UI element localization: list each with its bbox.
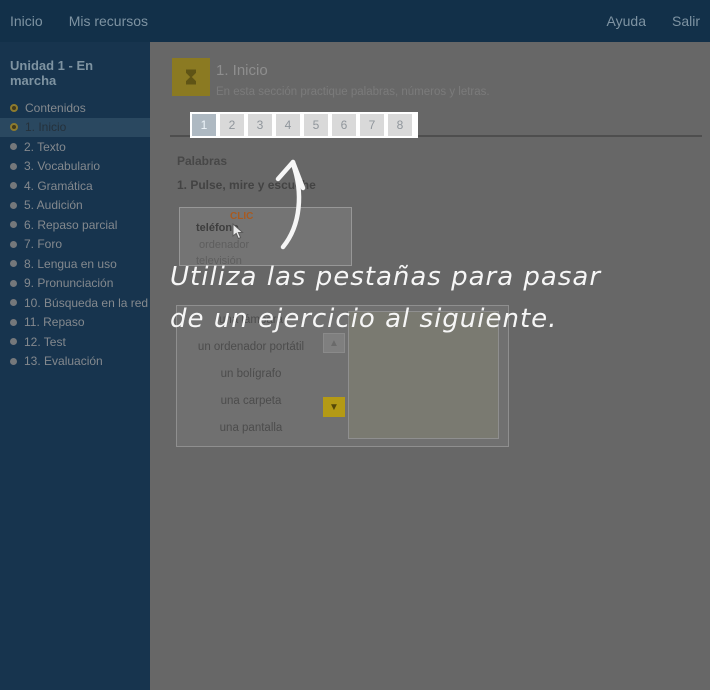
- sidebar-item-9-pronunciación[interactable]: 9. Pronunciación: [0, 274, 150, 294]
- clic-label: CLIC: [230, 211, 253, 222]
- status-dot-icon: [10, 280, 17, 287]
- tab-4[interactable]: 4: [276, 114, 300, 136]
- nav-mis-recursos[interactable]: Mis recursos: [69, 13, 148, 29]
- app-window: Inicio Mis recursos Ayuda Salir Unidad 1 -…: [0, 0, 710, 690]
- sidebar-item-label: Contenidos: [25, 101, 86, 115]
- status-dot-icon: [10, 260, 17, 267]
- nav-ayuda[interactable]: Ayuda: [607, 13, 646, 29]
- page-title: 1. Inicio: [216, 62, 268, 79]
- sidebar-item-label: 3. Vocabulario: [24, 159, 100, 173]
- status-dot-icon: [10, 221, 17, 228]
- tab-6[interactable]: 6: [332, 114, 356, 136]
- sidebar-item-12-test[interactable]: 12. Test: [0, 332, 150, 352]
- status-dot-icon: [10, 163, 17, 170]
- sidebar-item-8-lengua-en-uso[interactable]: 8. Lengua en uso: [0, 254, 150, 274]
- page-description: En esta sección practique palabras, núme…: [216, 86, 490, 98]
- tutorial-spotlight: 12345678: [190, 112, 418, 138]
- sidebar-item-label: 6. Repaso parcial: [24, 218, 117, 232]
- exercise-tabs: 12345678: [192, 114, 412, 136]
- nav-salir[interactable]: Salir: [672, 13, 700, 29]
- sidebar-item-contenidos[interactable]: Contenidos: [0, 98, 150, 118]
- exercise-word-row[interactable]: una carpeta: [177, 387, 325, 414]
- content-area: 1. Inicio En esta sección practique pala…: [150, 42, 710, 690]
- sidebar-item-5-audición[interactable]: 5. Audición: [0, 196, 150, 216]
- status-dot-icon: [10, 104, 18, 112]
- sidebar-item-label: 11. Repaso: [24, 315, 85, 329]
- sidebar-item-7-foro[interactable]: 7. Foro: [0, 235, 150, 255]
- top-nav-right: Ayuda Salir: [607, 13, 700, 29]
- status-dot-icon: [10, 123, 18, 131]
- exercise-instruction: 1. Pulse, mire y escuche: [177, 178, 316, 192]
- word-card: teléfono ordenador televisión CLIC: [179, 207, 352, 266]
- tab-5[interactable]: 5: [304, 114, 328, 136]
- sidebar-item-4-gramática[interactable]: 4. Gramática: [0, 176, 150, 196]
- section-heading: Palabras: [177, 154, 227, 168]
- sidebar-item-label: 10. Búsqueda en la red: [24, 296, 148, 310]
- sidebar-item-label: 2. Texto: [24, 140, 66, 154]
- tutorial-text-line1: Utiliza las pestañas para pasar: [170, 262, 601, 292]
- tab-7[interactable]: 7: [360, 114, 384, 136]
- tutorial-text-line2: de un ejercicio al siguiente.: [170, 304, 557, 334]
- unit-title: Unidad 1 - En marcha: [0, 42, 150, 98]
- tab-3[interactable]: 3: [248, 114, 272, 136]
- status-dot-icon: [10, 338, 17, 345]
- hourglass-icon: [172, 58, 210, 96]
- move-up-button[interactable]: ▲: [323, 333, 345, 353]
- exercise-word-row[interactable]: un ordenador portátil: [177, 333, 325, 360]
- sidebar-item-label: 7. Foro: [24, 237, 62, 251]
- sidebar-item-6-repaso-parcial[interactable]: 6. Repaso parcial: [0, 215, 150, 235]
- top-navbar: Inicio Mis recursos Ayuda Salir: [0, 0, 710, 42]
- sidebar-item-13-evaluación[interactable]: 13. Evaluación: [0, 352, 150, 372]
- sidebar-item-3-vocabulario[interactable]: 3. Vocabulario: [0, 157, 150, 177]
- status-dot-icon: [10, 182, 17, 189]
- tab-8[interactable]: 8: [388, 114, 412, 136]
- sidebar-item-label: 8. Lengua en uso: [24, 257, 117, 271]
- exercise-word-row[interactable]: un bolígrafo: [177, 360, 325, 387]
- sidebar: Unidad 1 - En marcha Contenidos 1. Inicio…: [0, 42, 150, 690]
- mouse-cursor-icon: [232, 223, 245, 240]
- sidebar-item-label: 9. Pronunciación: [24, 276, 113, 290]
- word-item[interactable]: ordenador: [199, 239, 249, 251]
- exercise-word-row[interactable]: una pantalla: [177, 414, 325, 441]
- tab-2[interactable]: 2: [220, 114, 244, 136]
- sidebar-item-2-texto[interactable]: 2. Texto: [0, 137, 150, 157]
- nav-inicio[interactable]: Inicio: [10, 13, 43, 29]
- sidebar-item-11-repaso[interactable]: 11. Repaso: [0, 313, 150, 333]
- sidebar-item-label: 5. Audición: [24, 198, 83, 212]
- status-dot-icon: [10, 299, 17, 306]
- status-dot-icon: [10, 358, 17, 365]
- move-down-button[interactable]: ▼: [323, 397, 345, 417]
- sidebar-item-1-inicio[interactable]: 1. Inicio: [0, 118, 150, 138]
- status-dot-icon: [10, 319, 17, 326]
- top-nav-left: Inicio Mis recursos: [10, 13, 148, 29]
- sidebar-item-label: 13. Evaluación: [24, 354, 103, 368]
- tab-1[interactable]: 1: [192, 114, 216, 136]
- status-dot-icon: [10, 241, 17, 248]
- sidebar-item-label: 12. Test: [24, 335, 66, 349]
- sidebar-item-label: 1. Inicio: [25, 120, 66, 134]
- sidebar-item-10-búsqueda-en-la-red[interactable]: 10. Búsqueda en la red: [0, 293, 150, 313]
- status-dot-icon: [10, 202, 17, 209]
- sidebar-item-label: 4. Gramática: [24, 179, 93, 193]
- sidebar-menu: Contenidos 1. Inicio 2. Texto 3. Vocabulari…: [0, 98, 150, 371]
- status-dot-icon: [10, 143, 17, 150]
